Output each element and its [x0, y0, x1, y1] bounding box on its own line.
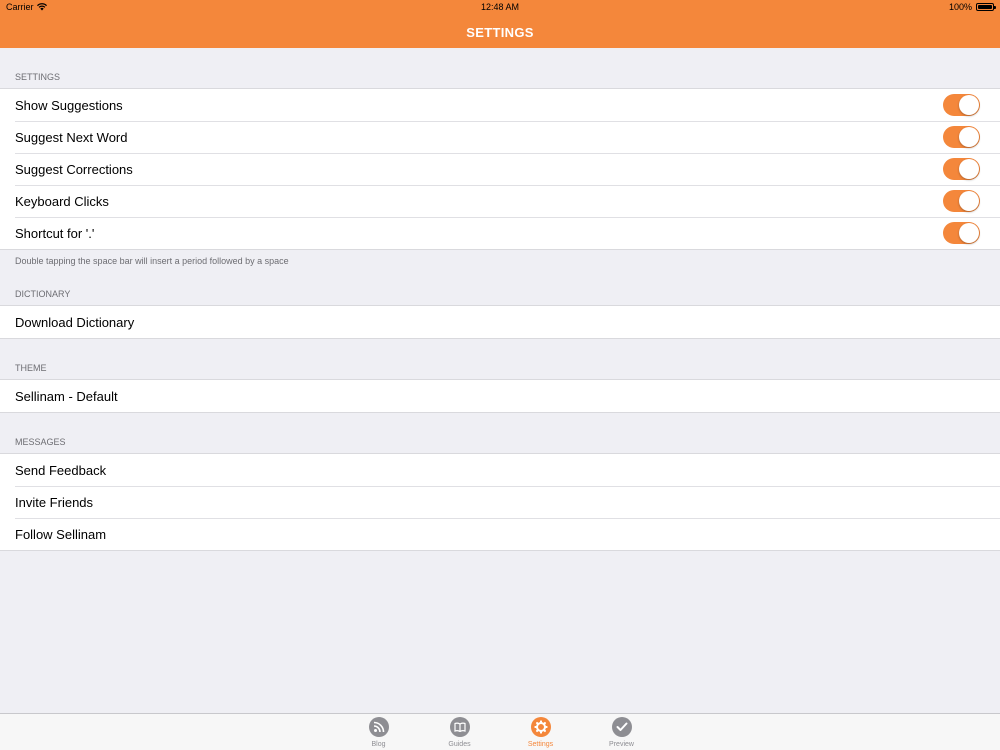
section-header-theme: THEME [15, 363, 47, 373]
row-label: Show Suggestions [15, 97, 123, 113]
checkmark-icon [611, 717, 632, 737]
invite-friends-row[interactable]: Invite Friends [0, 486, 1000, 518]
row-suggest-corrections: Suggest Corrections [0, 153, 1000, 185]
suggest-corrections-toggle[interactable] [943, 158, 980, 180]
status-bar: Carrier 12:48 AM 100% [0, 0, 1000, 16]
dictionary-group: Download Dictionary [0, 305, 1000, 339]
tab-label: Preview [609, 741, 634, 748]
tab-label: Guides [448, 741, 471, 748]
theme-group: Sellinam - Default [0, 379, 1000, 413]
row-show-suggestions: Show Suggestions [0, 89, 1000, 121]
gear-icon [530, 717, 551, 737]
tab-preview[interactable]: Preview [602, 714, 642, 750]
clock: 12:48 AM [480, 2, 520, 12]
battery-indicator: 100% [948, 2, 996, 12]
tab-settings[interactable]: Settings [521, 714, 561, 750]
tab-label: Blog [371, 741, 386, 748]
rss-icon [368, 717, 389, 737]
row-label: Shortcut for '.' [15, 225, 95, 241]
download-dictionary-row[interactable]: Download Dictionary [0, 306, 1000, 338]
tab-blog[interactable]: Blog [359, 714, 399, 750]
navigation-bar: SETTINGS [0, 16, 1000, 48]
row-label: Sellinam - Default [15, 388, 118, 404]
tab-bar: Blog Guides Settings Preview [0, 713, 1000, 750]
period-shortcut-toggle[interactable] [943, 222, 980, 244]
row-label: Download Dictionary [15, 314, 135, 330]
section-header-settings: SETTINGS [15, 72, 61, 82]
settings-footer-note: Double tapping the space bar will insert… [15, 256, 289, 266]
row-label: Keyboard Clicks [15, 193, 109, 209]
send-feedback-row[interactable]: Send Feedback [0, 454, 1000, 486]
settings-list: SETTINGS Show Suggestions Suggest Next W… [0, 48, 1000, 713]
keyboard-clicks-toggle[interactable] [943, 190, 980, 212]
theme-row[interactable]: Sellinam - Default [0, 380, 1000, 412]
row-label: Suggest Next Word [15, 129, 128, 145]
section-header-messages: MESSAGES [15, 437, 66, 447]
battery-icon [976, 3, 996, 11]
show-suggestions-toggle[interactable] [943, 94, 980, 116]
book-icon [449, 717, 470, 737]
follow-sellinam-row[interactable]: Follow Sellinam [0, 518, 1000, 550]
tab-label: Settings [527, 741, 554, 748]
row-label: Follow Sellinam [15, 526, 107, 542]
tab-guides[interactable]: Guides [440, 714, 480, 750]
row-label: Send Feedback [15, 462, 107, 478]
settings-group: Show Suggestions Suggest Next Word Sugge… [0, 88, 1000, 250]
row-label: Invite Friends [15, 494, 94, 510]
battery-percent: 100% [948, 2, 972, 12]
row-label: Suggest Corrections [15, 161, 133, 177]
suggest-next-word-toggle[interactable] [943, 126, 980, 148]
row-period-shortcut: Shortcut for '.' [0, 217, 1000, 249]
messages-group: Send Feedback Invite Friends Follow Sell… [0, 453, 1000, 551]
row-suggest-next-word: Suggest Next Word [0, 121, 1000, 153]
row-keyboard-clicks: Keyboard Clicks [0, 185, 1000, 217]
section-header-dictionary: DICTIONARY [15, 289, 71, 299]
page-title: SETTINGS [466, 24, 534, 40]
